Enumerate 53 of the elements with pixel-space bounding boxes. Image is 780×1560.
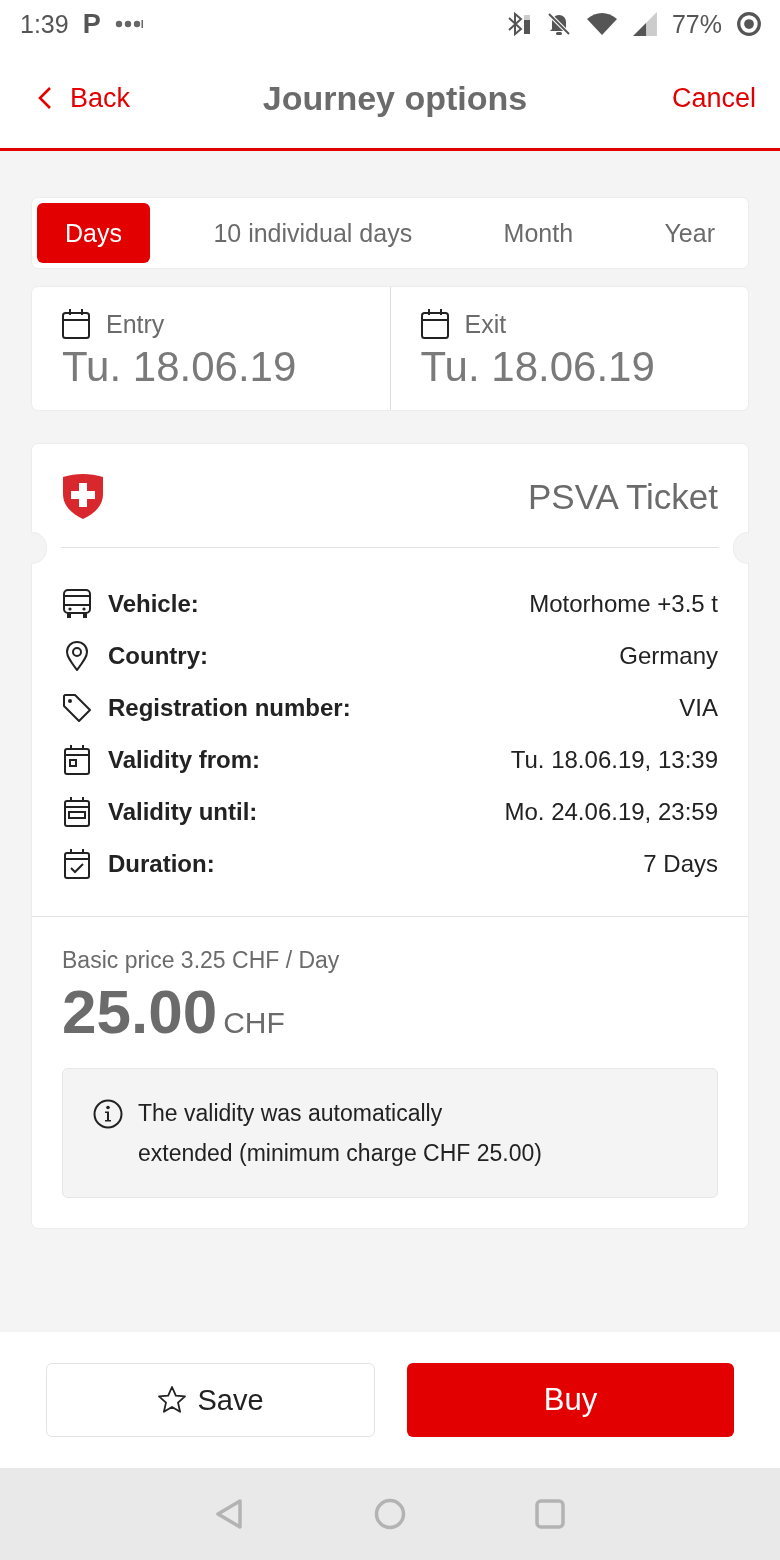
info-icon [93, 1099, 123, 1130]
detail-value: Motorhome +3.5 t [529, 590, 718, 618]
ring-icon [736, 11, 762, 37]
battery-percentage: 77% [671, 9, 722, 39]
calendar-icon [62, 797, 92, 827]
calendar-icon [62, 745, 92, 775]
save-button[interactable]: Save [46, 1363, 375, 1437]
notice-text: The validity was automatically extended (minimum charge CHF 25.00) [138, 1099, 542, 1169]
tag-icon [62, 693, 92, 723]
detail-value: Germany [619, 642, 718, 670]
back-button[interactable]: Back [38, 82, 131, 114]
detail-label: Registration number: [108, 694, 351, 722]
period-tab[interactable]: 10 individual days [185, 203, 441, 263]
detail-value: 7 Days [643, 850, 718, 878]
wifi-icon [585, 12, 618, 36]
detail-value: Mo. 24.06.19, 23:59 [504, 798, 718, 826]
date-label: Exit [464, 309, 507, 339]
calendar-icon [62, 309, 90, 339]
home-circle-icon[interactable] [374, 1498, 406, 1530]
date-value: Tu. 18.06.19 [420, 343, 656, 391]
star-icon [157, 1385, 188, 1415]
date-picker[interactable]: Entry Tu. 18.06.19 [32, 287, 390, 410]
cancel-button[interactable]: Cancel [671, 82, 756, 114]
period-tab[interactable]: Month [475, 203, 602, 263]
date-picker[interactable]: Exit Tu. 18.06.19 [389, 287, 748, 410]
detail-label: Duration: [108, 850, 215, 878]
period-tab[interactable]: Days [37, 203, 150, 263]
calendar-check-icon [62, 849, 92, 879]
recents-square-icon[interactable] [534, 1498, 566, 1530]
buy-button[interactable]: Buy [407, 1363, 734, 1437]
price-currency: CHF [223, 1006, 285, 1040]
date-value: Tu. 18.06.19 [62, 343, 298, 391]
more-notifications-icon [114, 20, 143, 28]
signal-icon [631, 11, 658, 37]
period-tab[interactable]: Year [636, 203, 743, 263]
detail-label: Vehicle: [108, 590, 199, 618]
date-label: Entry [106, 309, 165, 339]
basic-price: Basic price 3.25 CHF / Day [62, 947, 341, 974]
status-time: 1:39 [20, 9, 69, 39]
price-amount: 25.00 [62, 978, 218, 1047]
shield-cross-icon [62, 474, 104, 519]
chevron-left-icon [38, 86, 52, 110]
detail-label: Validity from: [108, 746, 261, 774]
detail-value: VIA [679, 694, 718, 722]
bell-off-icon [545, 11, 572, 37]
bus-icon [62, 589, 92, 619]
page-title: Journey options [262, 78, 528, 118]
detail-label: Validity until: [108, 798, 258, 826]
app-notification-icon: P [82, 10, 101, 38]
ticket-title: PSVA Ticket [528, 476, 718, 517]
detail-value: Tu. 18.06.19, 13:39 [510, 746, 718, 774]
detail-label: Country: [108, 642, 208, 670]
calendar-icon [420, 309, 449, 339]
